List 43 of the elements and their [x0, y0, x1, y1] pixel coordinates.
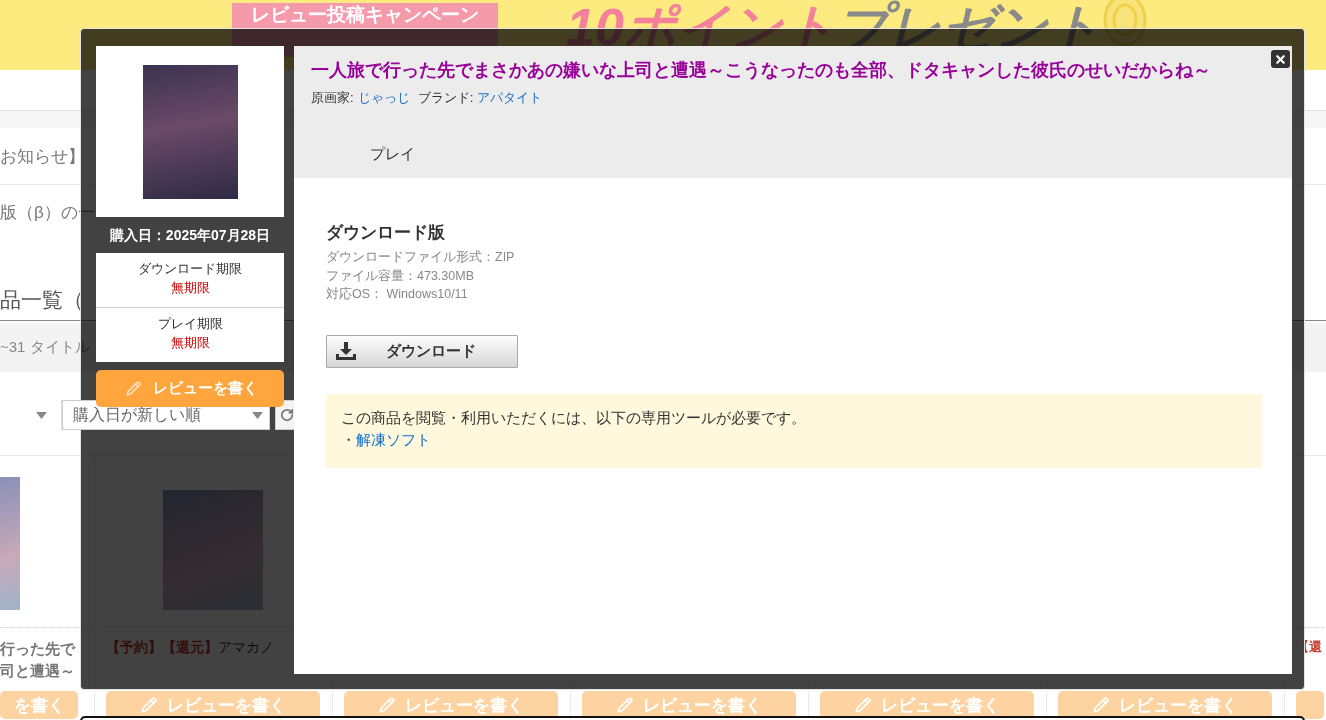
deadline-value: 無期限 [170, 279, 210, 297]
list-bullet: ・ [341, 430, 356, 450]
section-heading: ダウンロード版 [326, 222, 446, 244]
notice-text: この商品を閲覧・利用いただくには、以下の専用ツールが必要です。 [341, 408, 806, 428]
list-heading: 品一覧（ [0, 287, 84, 313]
review-button[interactable] [1296, 691, 1324, 719]
review-button[interactable]: レビューを書く [96, 370, 284, 407]
refresh-icon [280, 408, 294, 422]
product-title-line: 行った先で [0, 639, 75, 659]
download-icon [336, 342, 356, 360]
tool-link[interactable]: 解凍ソフト [356, 428, 431, 451]
review-button[interactable]: レビューを書く [1058, 691, 1272, 719]
deadline-label: ダウンロード期限 [138, 260, 242, 278]
download-button[interactable]: ダウンロード [326, 334, 518, 368]
review-button[interactable]: レビューを書く [106, 691, 320, 719]
deadline-label: プレイ期限 [157, 315, 223, 333]
credit-link[interactable]: じゃっじ [357, 89, 410, 106]
file-detail: ダウンロードファイル形式：ZIP [326, 249, 516, 266]
pencil-icon [140, 697, 157, 713]
close-icon [1274, 52, 1287, 66]
review-button[interactable]: レビューを書く [344, 691, 558, 719]
notice-text: お知らせ】 [0, 145, 85, 168]
file-detail: 対応OS： Windows10/11 [326, 286, 469, 303]
review-button[interactable]: レビューを書く [582, 691, 796, 719]
product-title-line: 司と遭遇～ [0, 661, 75, 681]
credit-label: ブランド: [417, 89, 474, 106]
product-title: 一人旅で行った先でまさかあの嫌いな上司と遭遇～こうなったのも全部、ドタキャンした彼氏のせいだからね～ [311, 59, 1212, 81]
review-button[interactable]: レビューを書く [820, 691, 1034, 719]
caret-icon [252, 411, 263, 419]
pencil-icon [854, 697, 871, 713]
play-tab[interactable]: プレイ [317, 130, 467, 178]
pencil-icon [616, 697, 633, 713]
caret-icon [36, 411, 47, 419]
close-button[interactable] [1271, 50, 1290, 68]
review-button[interactable]: を書く [0, 691, 78, 719]
credit-label: 原画家: [311, 89, 354, 106]
purchase-date: 購入日：2025年07月28日 [108, 226, 272, 244]
pencil-icon [126, 381, 141, 396]
deadline-value: 無期限 [170, 334, 210, 352]
pencil-icon [378, 697, 395, 713]
file-detail: ファイル容量：473.30MB [326, 267, 475, 285]
credit-link[interactable]: アパタイト [477, 89, 543, 106]
pencil-icon [1092, 697, 1109, 713]
